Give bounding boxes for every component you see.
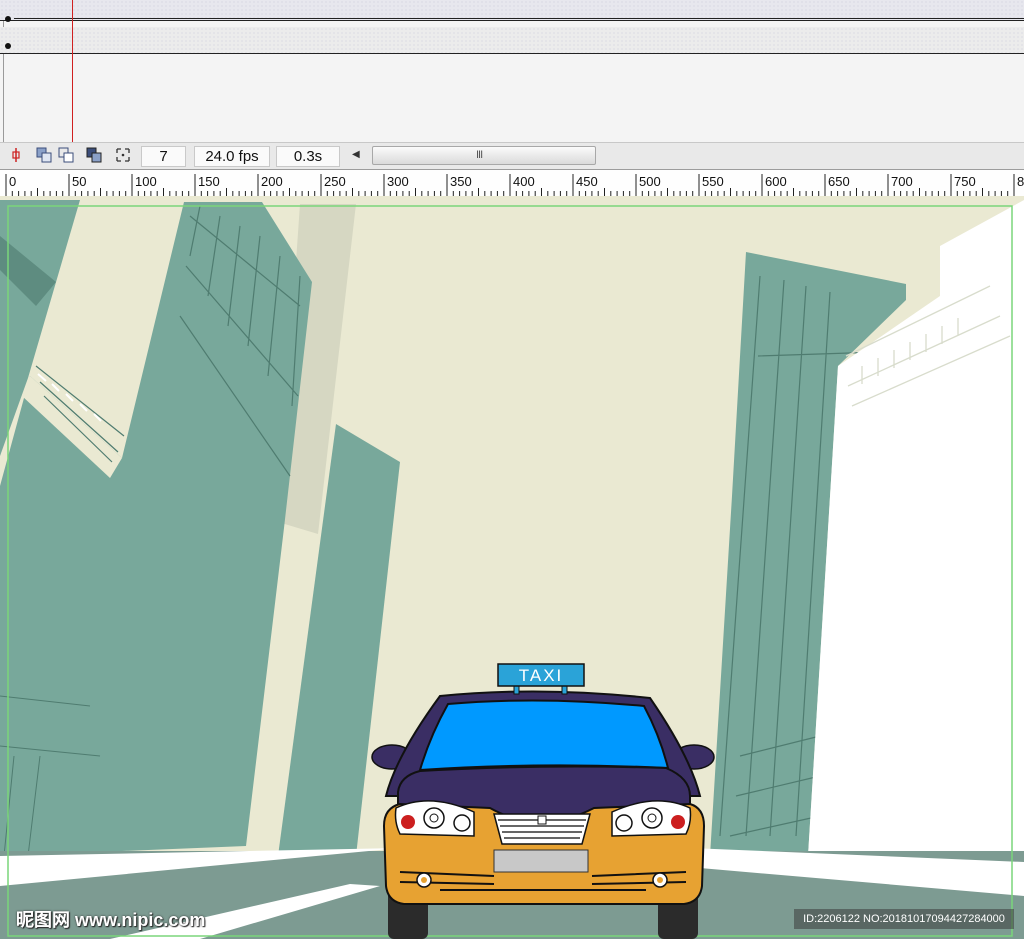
watermark-site: 昵图网 www.nipic.com bbox=[16, 910, 206, 930]
ruler-label: 300 bbox=[387, 174, 409, 189]
ruler-label: 450 bbox=[576, 174, 598, 189]
ruler-label: 600 bbox=[765, 174, 787, 189]
ruler-label: 8 bbox=[1017, 174, 1024, 189]
keyframe-dot[interactable] bbox=[5, 16, 11, 22]
ruler-label: 200 bbox=[261, 174, 283, 189]
ruler-label: 250 bbox=[324, 174, 346, 189]
ruler-label: 550 bbox=[702, 174, 724, 189]
ruler-label: 650 bbox=[828, 174, 850, 189]
edit-multiple-frames-icon[interactable] bbox=[86, 147, 102, 163]
horizontal-scrollbar-thumb[interactable] bbox=[372, 146, 596, 165]
center-frame-icon[interactable] bbox=[8, 147, 24, 163]
ruler-label: 500 bbox=[639, 174, 661, 189]
frame-rate-field[interactable]: 24.0 fps bbox=[194, 146, 270, 167]
playhead[interactable] bbox=[72, 0, 73, 142]
ruler-label: 700 bbox=[891, 174, 913, 189]
timeline-layer-row-1[interactable] bbox=[0, 0, 1024, 22]
ruler-label: 50 bbox=[72, 174, 86, 189]
ruler-label: 100 bbox=[135, 174, 157, 189]
ruler-label: 150 bbox=[198, 174, 220, 189]
onion-skin-icon[interactable] bbox=[36, 147, 52, 163]
ruler-label: 750 bbox=[954, 174, 976, 189]
current-frame-field[interactable]: 7 bbox=[141, 146, 186, 167]
watermark-id: ID:2206122 NO:20181017094427284000 bbox=[794, 909, 1014, 929]
elapsed-time-field: 0.3s bbox=[276, 146, 340, 167]
taxi-sign-text: TAXI bbox=[519, 666, 564, 685]
timeline-status-bar: 7 24.0 fps 0.3s ◀ III bbox=[0, 142, 1024, 169]
ruler-label: 350 bbox=[450, 174, 472, 189]
stage-artwork: TAXI bbox=[0, 196, 1024, 939]
keyframe-dot[interactable] bbox=[5, 43, 11, 49]
scrollbar-grip: III bbox=[476, 149, 483, 161]
ruler-ticks: 0 50 100 150 200 250 300 350 400 450 500 550 600 650 7… bbox=[5, 174, 1024, 196]
timeline-layer-row-2[interactable] bbox=[0, 27, 1024, 54]
onion-skin-outlines-icon[interactable] bbox=[58, 147, 74, 163]
tween-arrow-line bbox=[14, 18, 1024, 19]
scroll-left-arrow-icon[interactable]: ◀ bbox=[352, 149, 360, 160]
timeline-panel bbox=[0, 0, 1024, 142]
ruler-label: 0 bbox=[9, 174, 16, 189]
timeline-left-border bbox=[3, 0, 4, 142]
horizontal-ruler: 0 50 100 150 200 250 300 350 400 450 500 550 600 650 7… bbox=[0, 169, 1024, 197]
ruler-label: 400 bbox=[513, 174, 535, 189]
stage-canvas[interactable]: TAXI bbox=[0, 196, 1024, 939]
modify-onion-markers-icon[interactable] bbox=[115, 147, 131, 163]
